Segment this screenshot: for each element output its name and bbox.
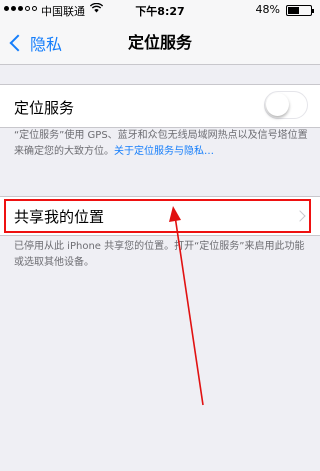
privacy-link[interactable]: 关于定位服务与隐私… (114, 146, 214, 157)
location-services-footnote: “定位服务”使用 GPS、蓝牙和众包无线局域网热点以及信号塔位置来确定您的大致方… (14, 128, 309, 160)
share-location-label: 共享我的位置 (14, 208, 105, 226)
battery-percent: 48% (255, 3, 280, 16)
chevron-right-icon (294, 210, 306, 222)
share-location-row[interactable]: 共享我的位置 (0, 196, 320, 236)
location-services-toggle[interactable] (264, 91, 308, 119)
location-services-label: 定位服务 (14, 99, 75, 117)
toggle-knob (266, 93, 289, 116)
navigation-bar: 隐私 定位服务 (0, 20, 320, 65)
share-location-footnote: 已停用从此 iPhone 共享您的位置。打开“定位服务”来启用此功能或选取其他设… (14, 241, 305, 268)
battery-icon (286, 5, 314, 16)
page-title: 定位服务 (127, 33, 192, 52)
location-services-row: 定位服务 (0, 84, 320, 128)
battery-level (288, 7, 299, 14)
status-bar: 中国联通 下午8:27 48% (0, 0, 320, 20)
